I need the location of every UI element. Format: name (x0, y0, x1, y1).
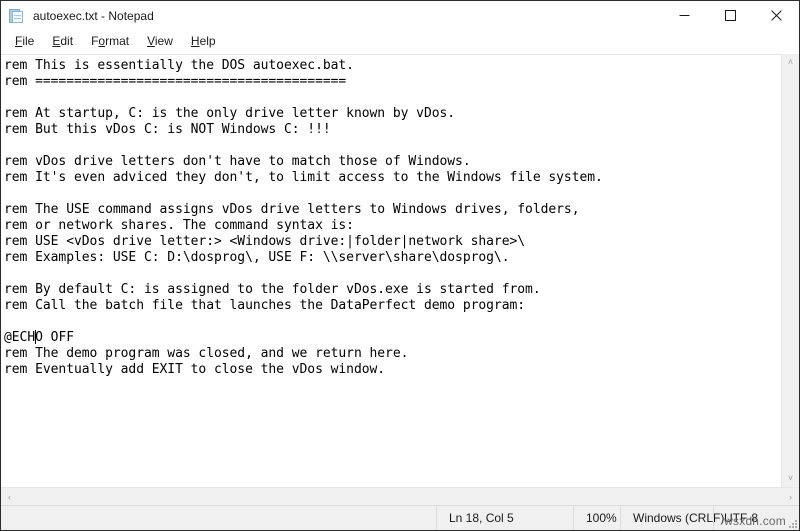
text-line: rem The USE command assigns vDos drive l… (4, 202, 580, 217)
editor-area: rem This is essentially the DOS autoexec… (1, 53, 799, 505)
scroll-left-icon[interactable]: ‹ (1, 488, 18, 505)
text-line: rem USE <vDos drive letter:> <Windows dr… (4, 234, 526, 249)
menu-item-help[interactable]: Help (182, 32, 225, 52)
title-bar[interactable]: autoexec.txt - Notepad (1, 1, 799, 30)
text-line: rem This is essentially the DOS autoexec… (4, 58, 354, 73)
text-line (4, 138, 603, 154)
scroll-down-icon[interactable]: ˅ (782, 470, 799, 487)
scroll-up-icon[interactable]: ˄ (782, 54, 799, 71)
text-line: rem or network shares. The command synta… (4, 218, 354, 233)
window-title: autoexec.txt - Notepad (33, 8, 154, 23)
text-caret (35, 330, 37, 344)
status-bar: Ln 18, Col 5 100% Windows (CRLF) UTF-8 w… (1, 505, 799, 530)
text-line: rem Examples: USE C: D:\dosprog\, USE F:… (4, 250, 510, 265)
text-line (4, 314, 603, 330)
text-line: rem Call the batch file that launches th… (4, 298, 526, 313)
status-line-ending: Windows (CRLF) (620, 506, 724, 530)
text-line: rem vDos drive letters don't have to mat… (4, 154, 471, 169)
menu-item-view[interactable]: View (138, 32, 182, 52)
horizontal-scrollbar[interactable]: ‹ › (1, 487, 799, 505)
text-line (4, 266, 603, 282)
text-line: @ECHO OFF (4, 330, 74, 345)
minimize-button[interactable] (661, 1, 707, 30)
status-cursor-position: Ln 18, Col 5 (436, 506, 573, 530)
vertical-scrollbar[interactable]: ˄ ˅ (781, 54, 799, 487)
scroll-right-icon[interactable]: › (782, 488, 799, 505)
menu-item-edit[interactable]: Edit (43, 32, 82, 52)
window-controls (661, 1, 799, 30)
text-line (4, 186, 603, 202)
title-bar-left: autoexec.txt - Notepad (1, 8, 154, 24)
maximize-button[interactable] (707, 1, 753, 30)
text-line: rem Eventually add EXIT to close the vDo… (4, 362, 386, 377)
menu-item-format[interactable]: Format (82, 32, 138, 52)
document-text: rem This is essentially the DOS autoexec… (4, 58, 603, 378)
text-line: rem By default C: is assigned to the fol… (4, 282, 541, 297)
close-button[interactable] (753, 1, 799, 30)
text-line (4, 90, 603, 106)
menu-bar: File Edit Format View Help (1, 30, 799, 53)
text-line: rem But this vDos C: is NOT Windows C: !… (4, 122, 331, 137)
text-editor[interactable]: rem This is essentially the DOS autoexec… (1, 54, 781, 487)
notepad-document-icon (9, 8, 25, 24)
vertical-scroll-track[interactable] (782, 71, 799, 470)
notepad-window: autoexec.txt - Notepad File Edit Format … (0, 0, 800, 531)
text-line: rem It's even adviced they don't, to lim… (4, 170, 603, 185)
text-line: rem ====================================… (4, 74, 347, 89)
text-line: rem At startup, C: is the only drive let… (4, 106, 456, 121)
text-line: rem The demo program was closed, and we … (4, 346, 409, 361)
editor-row: rem This is essentially the DOS autoexec… (1, 54, 799, 487)
menu-item-file[interactable]: File (6, 32, 43, 52)
resize-grip-icon[interactable] (787, 518, 797, 528)
status-zoom-level[interactable]: 100% (573, 506, 620, 530)
